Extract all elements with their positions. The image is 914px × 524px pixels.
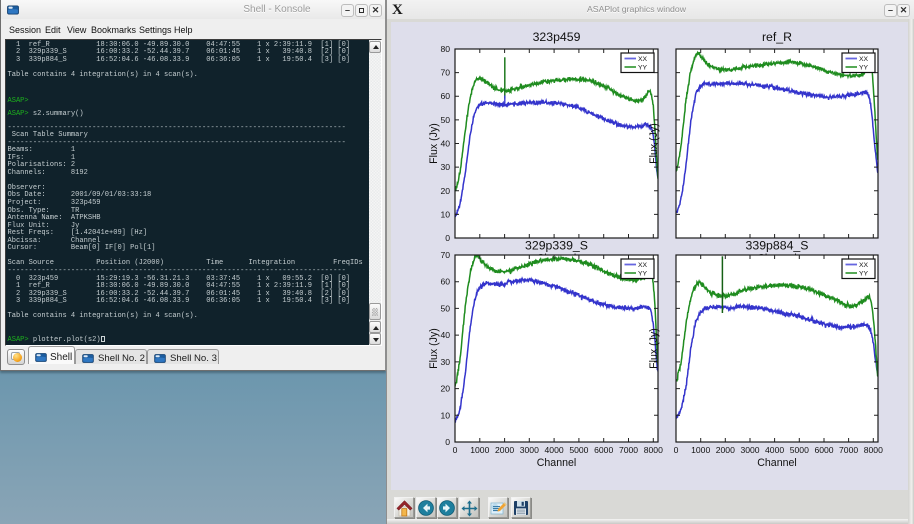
svg-text:0: 0 (445, 233, 450, 243)
svg-text:ref_R: ref_R (762, 30, 792, 44)
svg-text:6000: 6000 (814, 445, 833, 455)
svg-text:2000: 2000 (495, 445, 514, 455)
svg-text:2000: 2000 (716, 445, 735, 455)
svg-text:YY: YY (638, 271, 648, 278)
svg-text:YY: YY (859, 65, 869, 72)
svg-text:70: 70 (440, 250, 450, 260)
svg-text:50: 50 (440, 303, 450, 313)
svg-text:5000: 5000 (569, 445, 588, 455)
svg-text:8000: 8000 (644, 445, 663, 455)
svg-text:20: 20 (440, 186, 450, 196)
svg-text:0: 0 (445, 437, 450, 447)
svg-text:323p459: 323p459 (533, 30, 581, 44)
svg-text:Channel: Channel (757, 457, 796, 469)
svg-text:4000: 4000 (765, 445, 784, 455)
svg-text:3000: 3000 (740, 445, 759, 455)
svg-text:339p884_S: 339p884_S (746, 239, 809, 253)
svg-text:30: 30 (440, 162, 450, 172)
svg-text:0: 0 (674, 445, 679, 455)
svg-text:10: 10 (440, 209, 450, 219)
svg-text:40: 40 (440, 330, 450, 340)
svg-text:60: 60 (440, 277, 450, 287)
svg-text:7000: 7000 (619, 445, 638, 455)
svg-text:Channel: Channel (537, 457, 576, 469)
svg-text:Flux (Jy): Flux (Jy) (648, 123, 660, 164)
svg-text:4000: 4000 (545, 445, 564, 455)
svg-text:8000: 8000 (864, 445, 883, 455)
svg-text:1000: 1000 (470, 445, 489, 455)
svg-text:6000: 6000 (594, 445, 613, 455)
svg-text:YY: YY (638, 65, 648, 72)
svg-text:80: 80 (440, 44, 450, 54)
svg-text:3000: 3000 (520, 445, 539, 455)
svg-text:YY: YY (859, 271, 869, 278)
svg-text:XX: XX (859, 262, 869, 269)
svg-text:70: 70 (440, 68, 450, 78)
svg-text:60: 60 (440, 91, 450, 101)
svg-text:40: 40 (440, 139, 450, 149)
svg-text:Flux (Jy): Flux (Jy) (428, 328, 440, 369)
svg-text:XX: XX (638, 56, 648, 63)
svg-text:XX: XX (859, 56, 869, 63)
svg-text:7000: 7000 (839, 445, 858, 455)
svg-text:10: 10 (440, 410, 450, 420)
svg-text:XX: XX (638, 262, 648, 269)
svg-text:0: 0 (453, 445, 458, 455)
svg-text:5000: 5000 (790, 445, 809, 455)
svg-text:Flux (Jy): Flux (Jy) (648, 328, 660, 369)
svg-text:30: 30 (440, 357, 450, 367)
svg-text:329p339_S: 329p339_S (525, 239, 588, 253)
svg-text:1000: 1000 (691, 445, 710, 455)
svg-text:20: 20 (440, 384, 450, 394)
svg-text:50: 50 (440, 115, 450, 125)
svg-text:Flux (Jy): Flux (Jy) (428, 123, 440, 164)
